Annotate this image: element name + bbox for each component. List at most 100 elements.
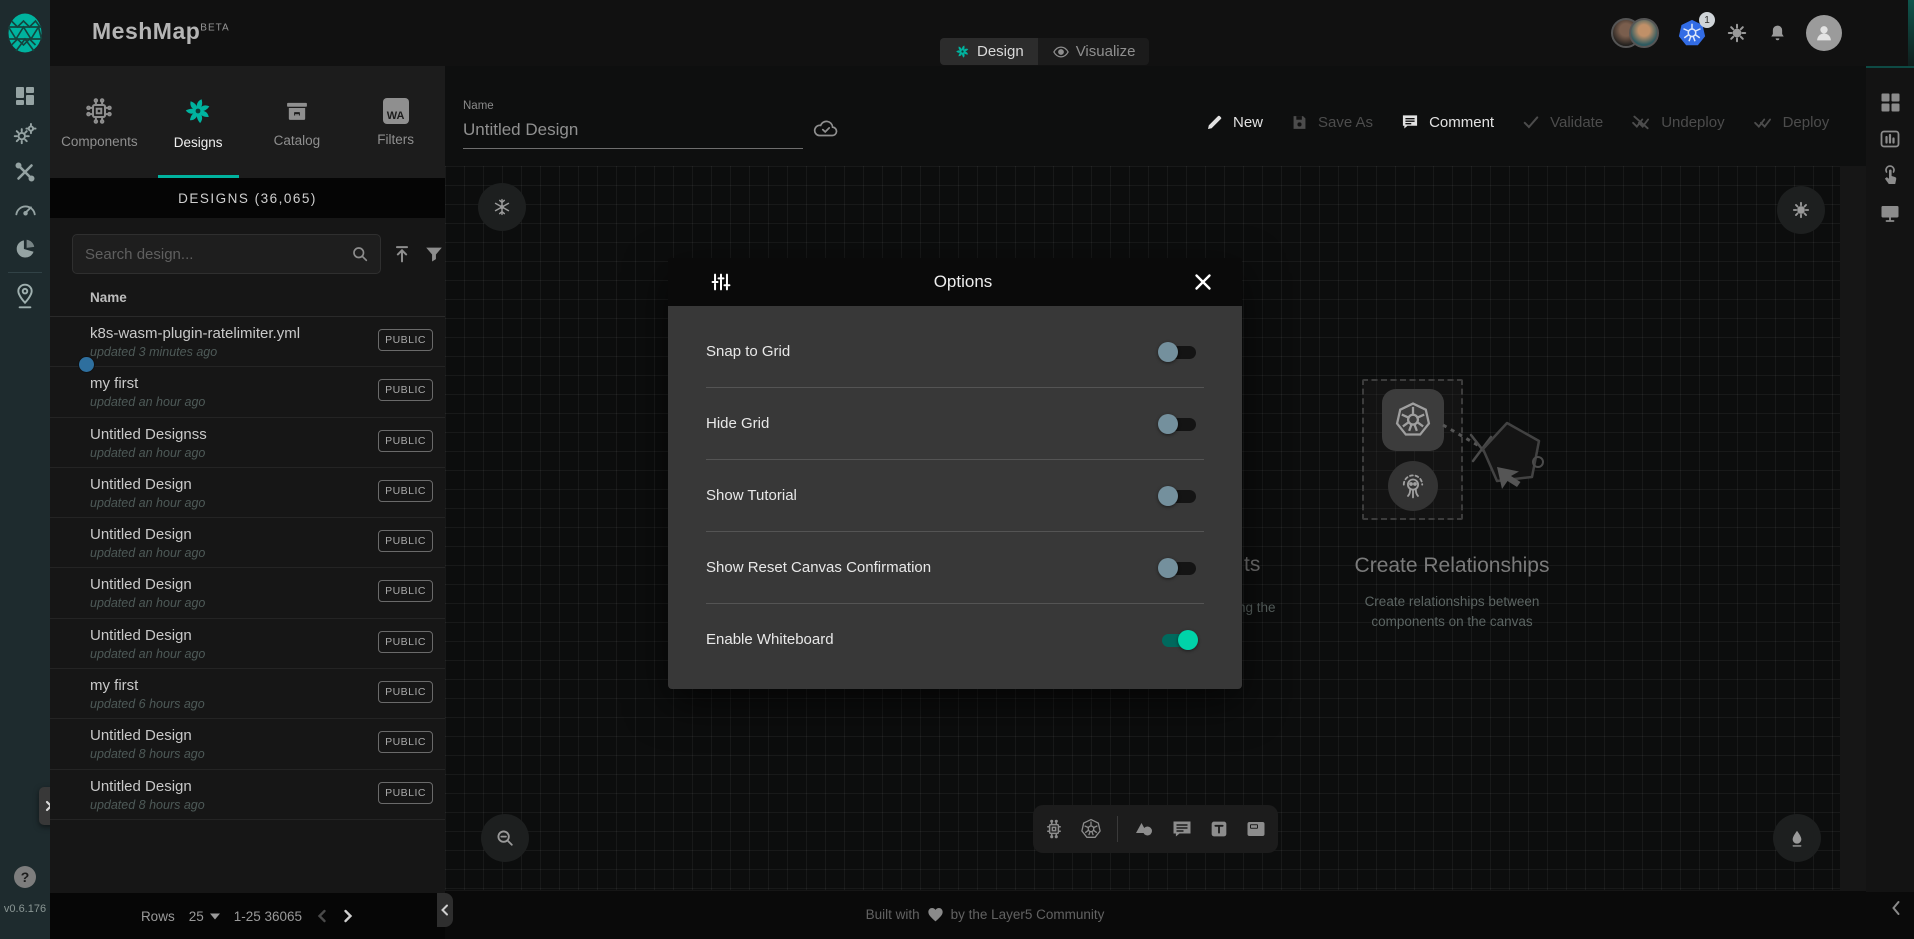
- lifecycle-gears-nav-icon[interactable]: [12, 121, 38, 147]
- layer5-logo-icon[interactable]: [0, 0, 50, 66]
- tab-components-label: Components: [61, 134, 138, 149]
- performance-gauge-nav-icon[interactable]: [12, 197, 38, 223]
- canvas-dock: [1033, 805, 1278, 853]
- canvas-droplet-button[interactable]: [1773, 814, 1821, 862]
- help-button[interactable]: ?: [14, 866, 36, 888]
- footer-collapse-right-chevron[interactable]: [1890, 900, 1902, 916]
- options-modal-body: Snap to Grid Hide Grid Show Tutorial Sho…: [668, 306, 1242, 689]
- design-row[interactable]: Untitled Designupdated 8 hours agoPUBLIC: [50, 770, 445, 820]
- design-name: my first: [90, 375, 138, 392]
- header-accent-strip: [1908, 0, 1914, 66]
- design-name: Untitled Design: [90, 727, 192, 744]
- metrics-chart-icon[interactable]: [1878, 127, 1902, 151]
- search-icon[interactable]: [350, 244, 370, 264]
- hide-grid-toggle[interactable]: [1158, 414, 1200, 434]
- dock-kubernetes-icon[interactable]: [1079, 817, 1103, 841]
- tab-components[interactable]: Components: [50, 66, 149, 178]
- pencil-icon: [1205, 113, 1224, 132]
- design-name: k8s-wasm-plugin-ratelimiter.yml: [90, 325, 300, 342]
- design-row[interactable]: Untitled Designupdated an hour agoPUBLIC: [50, 619, 445, 669]
- tab-visualize[interactable]: Visualize: [1038, 38, 1150, 65]
- filter-funnel-icon[interactable]: [423, 243, 445, 265]
- dock-shapes-icon[interactable]: [1132, 817, 1156, 841]
- tutorial-description: Create relationships between components …: [1332, 592, 1572, 632]
- dashboard-nav-icon[interactable]: [13, 84, 37, 108]
- save-as-button[interactable]: Save As: [1290, 113, 1373, 132]
- footer-collapse-left-chevron[interactable]: [437, 893, 453, 927]
- extensions-pie-nav-icon[interactable]: [12, 236, 38, 262]
- configuration-tools-nav-icon[interactable]: [13, 160, 37, 184]
- visibility-badge[interactable]: PUBLIC: [378, 329, 433, 351]
- design-name: my first: [90, 677, 138, 694]
- tab-catalog-label: Catalog: [274, 133, 321, 148]
- notifications-bell-button[interactable]: [1767, 22, 1788, 44]
- option-row-enable-whiteboard: Enable Whiteboard: [706, 604, 1204, 675]
- show-tutorial-toggle[interactable]: [1158, 486, 1200, 506]
- design-row[interactable]: Untitled Designupdated an hour agoPUBLIC: [50, 468, 445, 518]
- design-name-input[interactable]: [463, 120, 803, 149]
- page-range-label: 1-25 36065: [234, 909, 302, 924]
- design-row[interactable]: Untitled Designupdated 8 hours agoPUBLIC: [50, 719, 445, 769]
- design-row[interactable]: my first updated an hour ago PUBLIC: [50, 367, 445, 417]
- beta-tag: BETA: [200, 22, 229, 33]
- visibility-badge[interactable]: PUBLIC: [378, 430, 433, 452]
- dock-components-icon[interactable]: [1043, 818, 1065, 840]
- settings-gear-button[interactable]: [1725, 21, 1749, 45]
- touch-interaction-icon[interactable]: [1878, 164, 1902, 188]
- tab-catalog[interactable]: Catalog: [248, 66, 347, 178]
- new-design-button[interactable]: New: [1205, 113, 1263, 132]
- design-updated: updated an hour ago: [90, 395, 205, 409]
- meshmap-pin-nav-icon[interactable]: [0, 282, 50, 310]
- visibility-badge[interactable]: PUBLIC: [378, 631, 433, 653]
- catalog-drawer-icon: [283, 97, 311, 125]
- design-row[interactable]: Untitled Designupdated an hour agoPUBLIC: [50, 568, 445, 618]
- visibility-badge[interactable]: PUBLIC: [378, 580, 433, 602]
- design-name: Untitled Design: [90, 627, 192, 644]
- snap-to-grid-toggle[interactable]: [1158, 342, 1200, 362]
- visibility-badge[interactable]: PUBLIC: [378, 681, 433, 703]
- visibility-badge[interactable]: PUBLIC: [378, 379, 433, 401]
- components-chip-icon: [84, 96, 114, 126]
- display-monitor-icon[interactable]: [1878, 201, 1902, 225]
- design-actions: New Save As Comment Validate Undeploy De…: [1205, 112, 1829, 132]
- app-title: MeshMapBETA: [92, 18, 230, 45]
- enable-whiteboard-toggle[interactable]: [1158, 630, 1200, 650]
- designs-swirl-icon: [182, 95, 214, 127]
- prev-page-button[interactable]: [316, 909, 328, 923]
- visibility-badge[interactable]: PUBLIC: [378, 731, 433, 753]
- close-icon[interactable]: [1194, 273, 1212, 291]
- comment-button[interactable]: Comment: [1400, 112, 1494, 132]
- import-design-icon[interactable]: [391, 243, 413, 265]
- page-size-select[interactable]: 25: [189, 909, 220, 924]
- search-input[interactable]: [83, 245, 350, 264]
- design-row[interactable]: Untitled Designupdated an hour agoPUBLIC: [50, 518, 445, 568]
- double-check-icon: [1752, 112, 1774, 132]
- design-updated: updated an hour ago: [90, 496, 205, 510]
- visibility-badge[interactable]: PUBLIC: [378, 782, 433, 804]
- tab-designs[interactable]: Designs: [149, 66, 248, 178]
- user-profile-button[interactable]: [1806, 15, 1842, 51]
- app-header: MeshMapBETA Design Visualize 1: [50, 0, 1914, 67]
- visibility-badge[interactable]: PUBLIC: [378, 480, 433, 502]
- collaborator-avatar-2[interactable]: [1629, 18, 1659, 48]
- option-row-show-reset-confirmation: Show Reset Canvas Confirmation: [706, 532, 1204, 604]
- visibility-badge[interactable]: PUBLIC: [378, 530, 433, 552]
- design-row[interactable]: Untitled Designssupdated an hour agoPUBL…: [50, 418, 445, 468]
- dock-text-tool-icon[interactable]: [1208, 818, 1230, 840]
- validate-button[interactable]: Validate: [1521, 112, 1603, 132]
- canvas-snowflake-button[interactable]: [478, 183, 526, 231]
- next-page-button[interactable]: [342, 909, 354, 923]
- tab-design[interactable]: Design: [940, 38, 1038, 65]
- zoom-out-button[interactable]: [481, 814, 529, 862]
- undeploy-button[interactable]: Undeploy: [1630, 112, 1724, 132]
- tab-filters[interactable]: WA Filters: [346, 66, 445, 178]
- grid-view-icon[interactable]: [1878, 90, 1902, 114]
- design-row[interactable]: k8s-wasm-plugin-ratelimiter.yml updated …: [50, 317, 445, 367]
- dock-comment-icon[interactable]: [1170, 817, 1194, 841]
- canvas-settings-gear-button[interactable]: [1777, 186, 1825, 234]
- design-row[interactable]: my firstupdated 6 hours agoPUBLIC: [50, 669, 445, 719]
- kubernetes-context-button[interactable]: 1: [1677, 18, 1707, 48]
- deploy-button[interactable]: Deploy: [1752, 112, 1830, 132]
- dock-media-icon[interactable]: [1244, 817, 1268, 841]
- show-reset-canvas-confirmation-toggle[interactable]: [1158, 558, 1200, 578]
